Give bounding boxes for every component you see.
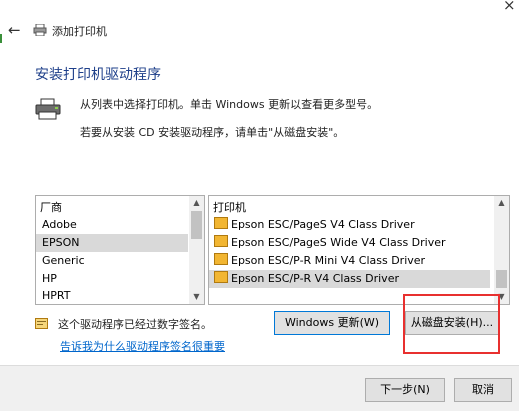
manufacturer-item-hprt[interactable]: HPRT: [36, 287, 188, 304]
driver-label: Epson ESC/PageS Wide V4 Class Driver: [231, 236, 446, 249]
printer-driver-list[interactable]: 打印机 Epson ESC/PageS V4 Class Driver Epso…: [208, 195, 510, 305]
manufacturer-header: 厂商: [40, 201, 62, 214]
page-title: 安装打印机驱动程序: [35, 67, 161, 83]
printer-small-icon: [33, 24, 47, 36]
driver-item[interactable]: Epson ESC/PageS Wide V4 Class Driver: [209, 234, 490, 252]
driver-label: Epson ESC/PageS V4 Class Driver: [231, 218, 415, 231]
driver-item-selected[interactable]: Epson ESC/P-R V4 Class Driver: [209, 270, 490, 288]
signature-status: 这个驱动程序已经过数字签名。: [58, 318, 212, 331]
background-window-edge: [0, 34, 2, 43]
certificate-icon: [35, 318, 48, 329]
driver-item[interactable]: Epson ESC/PageS V4 Class Driver: [209, 216, 490, 234]
printer-icon: [35, 98, 61, 120]
signature-info-link[interactable]: 告诉我为什么驱动程序签名很重要: [60, 338, 225, 354]
manufacturer-scrollbar[interactable]: ▲ ▼: [189, 196, 204, 304]
cancel-button[interactable]: 取消: [454, 378, 512, 402]
highlight-annotation: [403, 294, 500, 354]
scroll-down-icon[interactable]: ▼: [189, 290, 204, 304]
cd-instruction-text: 若要从安装 CD 安装驱动程序，请单击"从磁盘安装"。: [80, 126, 345, 139]
next-button[interactable]: 下一步(N): [365, 378, 445, 402]
manufacturer-item-generic[interactable]: Generic: [36, 252, 188, 270]
printer-header: 打印机: [213, 201, 246, 214]
scroll-thumb[interactable]: [496, 270, 507, 288]
close-icon[interactable]: ×: [503, 0, 516, 14]
scroll-thumb[interactable]: [191, 211, 202, 239]
scroll-up-icon[interactable]: ▲: [189, 196, 204, 210]
driver-item[interactable]: Epson ESC/P-R Mini V4 Class Driver: [209, 252, 490, 270]
instruction-text: 从列表中选择打印机。单击 Windows 更新以查看更多型号。: [80, 98, 379, 111]
driver-icon: [214, 217, 228, 229]
driver-scrollbar[interactable]: ▲ ▼: [494, 196, 509, 304]
windows-update-button[interactable]: Windows 更新(W): [274, 311, 390, 335]
manufacturer-item-epson[interactable]: EPSON: [36, 234, 188, 252]
driver-icon: [214, 271, 228, 283]
driver-icon: [214, 253, 228, 265]
driver-label: Epson ESC/P-R V4 Class Driver: [231, 272, 399, 285]
back-arrow-icon[interactable]: ←: [8, 21, 21, 39]
manufacturer-item-adobe[interactable]: Adobe: [36, 216, 188, 234]
scroll-up-icon[interactable]: ▲: [494, 196, 509, 210]
manufacturer-item-hp[interactable]: HP: [36, 270, 188, 288]
driver-label: Epson ESC/P-R Mini V4 Class Driver: [231, 254, 426, 267]
window-title: 添加打印机: [52, 25, 107, 38]
manufacturer-list[interactable]: 厂商 Adobe EPSON Generic HP HPRT ▲ ▼: [35, 195, 205, 305]
driver-icon: [214, 235, 228, 247]
